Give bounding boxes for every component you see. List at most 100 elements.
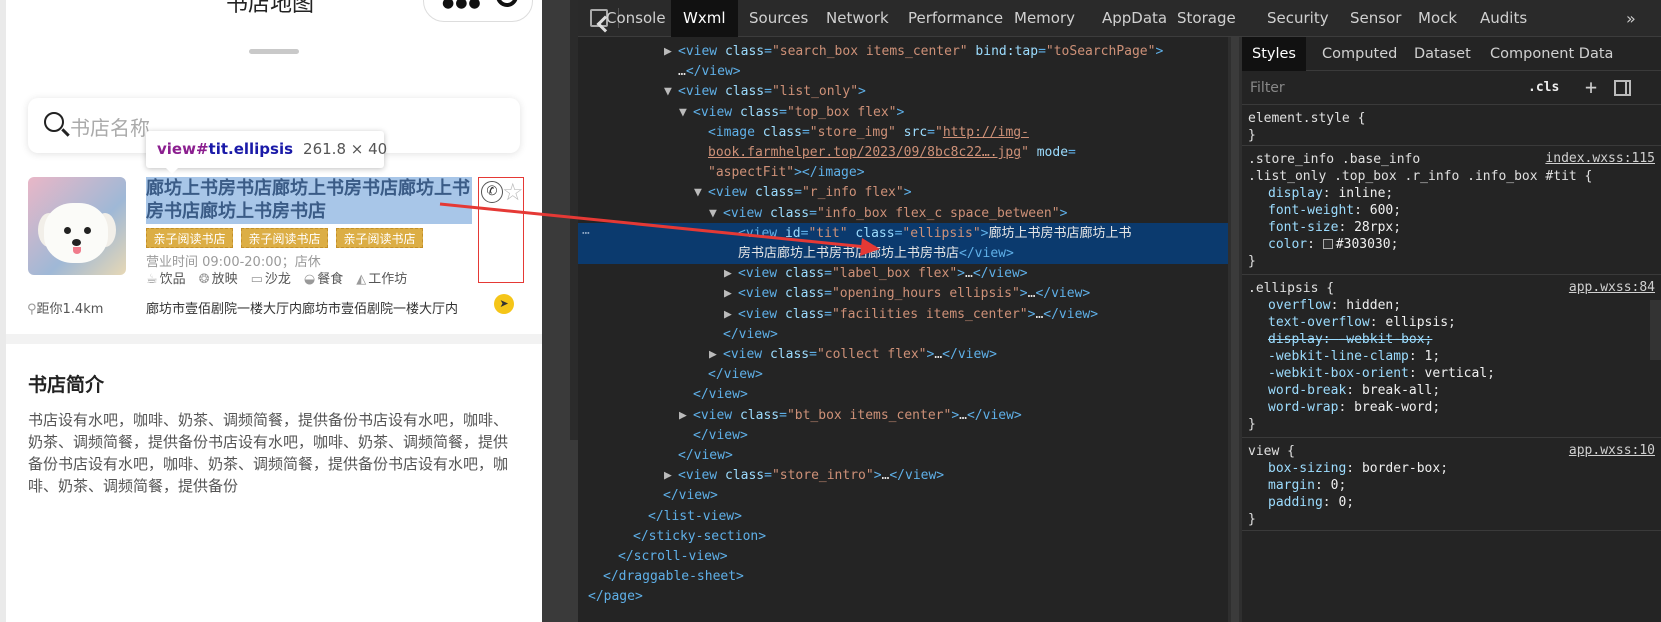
wxml-node-selected[interactable]: 房书店廊坊上书房书店廊坊上书房书店</view> xyxy=(578,243,1228,264)
collapse-triangle-icon[interactable]: ▼ xyxy=(709,203,723,224)
wxml-link[interactable]: book.farmhelper.top/2023/09/8bc8c22….jpg xyxy=(708,145,1021,160)
style-declaration[interactable]: text-overflow: ellipsis; xyxy=(1268,314,1456,331)
tab-network[interactable]: Network xyxy=(814,0,901,37)
wxml-attr: class xyxy=(739,104,780,120)
close-target-icon[interactable] xyxy=(496,0,518,7)
section-divider xyxy=(6,334,542,344)
style-declaration[interactable]: color: #303030; xyxy=(1268,236,1398,253)
style-declaration[interactable]: box-sizing: border-box; xyxy=(1268,460,1448,477)
style-declaration[interactable]: word-break: break-all; xyxy=(1268,382,1440,399)
css-property: font-size xyxy=(1268,220,1339,235)
style-declaration[interactable]: -webkit-line-clamp: 1; xyxy=(1268,348,1440,365)
rule-source-link[interactable]: index.wxss:115 xyxy=(1545,151,1655,166)
rule-selector[interactable]: .ellipsis { xyxy=(1248,280,1334,297)
style-declaration[interactable]: font-size: 28rpx; xyxy=(1268,219,1401,236)
filter-input[interactable]: Filter xyxy=(1250,80,1285,96)
rule-selector[interactable]: .list_only .top_box .r_info .info_box #t… xyxy=(1248,168,1592,185)
phone-icon[interactable]: ✆ xyxy=(481,181,503,203)
styles-scrollbar[interactable] xyxy=(1650,300,1661,360)
more-icon[interactable]: ●●● xyxy=(442,0,482,11)
rule-source-link[interactable]: app.wxss:10 xyxy=(1569,443,1655,458)
style-declaration[interactable]: word-wrap: break-word; xyxy=(1268,399,1440,416)
tooltip-selector: view#tit.ellipsis xyxy=(157,140,294,158)
css-property: -webkit-box-orient xyxy=(1268,366,1409,381)
css-value[interactable]: #303030 xyxy=(1336,237,1391,252)
wxml-tag: </view> xyxy=(1043,306,1099,322)
star-icon[interactable]: ☆ xyxy=(502,178,524,206)
tab-sensor[interactable]: Sensor xyxy=(1338,0,1413,37)
collapse-triangle-icon[interactable]: ▼ xyxy=(694,182,708,203)
css-value[interactable]: ellipsis xyxy=(1385,315,1448,330)
tab-storage[interactable]: Storage xyxy=(1165,0,1248,37)
wxml-val: "tit" xyxy=(808,225,848,241)
toggle-sidebar-icon[interactable] xyxy=(1614,80,1631,96)
css-value[interactable]: border-box xyxy=(1362,461,1440,476)
store-image[interactable] xyxy=(28,177,126,275)
wxml-txt: 廊坊上书房书店廊坊上书 xyxy=(988,225,1132,241)
css-value[interactable]: inline xyxy=(1338,186,1385,201)
style-declaration[interactable]: -webkit-box-orient: vertical; xyxy=(1268,365,1495,382)
tree-scrollbar[interactable] xyxy=(1228,37,1242,622)
wxml-tag: > xyxy=(980,225,989,241)
tab-console[interactable]: Console xyxy=(594,0,678,37)
expand-triangle-icon[interactable]: ▶ xyxy=(724,304,738,325)
expand-triangle-icon[interactable]: ▶ xyxy=(709,344,723,365)
sheet-drag-handle[interactable] xyxy=(249,49,299,54)
tooltip-size: 261.8 × 40 xyxy=(303,140,388,158)
css-value[interactable]: vertical xyxy=(1425,366,1488,381)
wxml-tag: </view> xyxy=(693,387,748,403)
tab-sources[interactable]: Sources xyxy=(737,0,820,37)
styles-tab-computed[interactable]: Computed xyxy=(1312,37,1407,71)
add-rule-icon[interactable]: + xyxy=(1585,75,1597,99)
css-value[interactable]: 600 xyxy=(1370,203,1393,218)
tab-audits[interactable]: Audits xyxy=(1468,0,1539,37)
collapse-triangle-icon[interactable]: ▼ xyxy=(664,81,678,102)
color-swatch[interactable] xyxy=(1322,239,1333,249)
css-property: -webkit-line-clamp xyxy=(1268,349,1409,364)
inspect-tooltip: view#tit.ellipsis 261.8 × 40 xyxy=(146,131,388,174)
rule-selector[interactable]: element.style { xyxy=(1248,110,1365,127)
css-value[interactable]: 28rpx xyxy=(1354,220,1393,235)
css-value[interactable]: break-word xyxy=(1354,400,1432,415)
expand-triangle-icon[interactable]: ▶ xyxy=(664,41,678,62)
wxml-link[interactable]: http://img- xyxy=(943,125,1029,140)
wxml-val: "bt_box items_center" xyxy=(786,407,952,423)
facilities: ☕ 饮品 ❂ 放映 ▭ 沙龙 ◒ 餐食 ◭ 工作坊 xyxy=(146,268,407,287)
style-declaration[interactable]: font-weight: 600; xyxy=(1268,202,1401,219)
wxml-txt: … xyxy=(965,266,973,282)
rule-source-link[interactable]: app.wxss:84 xyxy=(1569,280,1655,295)
tab-wxml[interactable]: Wxml xyxy=(671,0,738,37)
collapse-triangle-icon[interactable]: ▼ xyxy=(679,102,693,123)
store-title-highlighted[interactable]: 廊坊上书房书店廊坊上书房书店廊坊上书房书店廊坊上书房书店 xyxy=(146,177,472,224)
css-value[interactable]: -webkit-box xyxy=(1338,332,1424,347)
wxml-node-selected[interactable]: <view id="tit" class="ellipsis">廊坊上书房书店廊… xyxy=(578,222,1228,244)
tab-memory[interactable]: Memory xyxy=(1002,0,1087,37)
css-value[interactable]: hidden xyxy=(1346,298,1393,313)
tab-mock[interactable]: Mock xyxy=(1406,0,1469,37)
cls-toggle[interactable]: .cls xyxy=(1528,80,1559,95)
style-rule: .store_info .base_info .list_only .top_bo… xyxy=(1242,147,1661,275)
tab-security[interactable]: Security xyxy=(1255,0,1341,37)
expand-triangle-icon[interactable]: ▶ xyxy=(724,263,738,284)
more-tabs-icon[interactable]: » xyxy=(1626,0,1636,37)
css-value[interactable]: break-all xyxy=(1362,383,1432,398)
styles-tab-styles[interactable]: Styles xyxy=(1242,37,1306,71)
style-declaration[interactable]: display: -webkit-box; xyxy=(1268,331,1432,348)
rule-selector[interactable]: view { xyxy=(1248,443,1295,460)
tab-performance[interactable]: Performance xyxy=(896,0,1015,37)
miniprogram-capsule[interactable]: ●●● xyxy=(423,0,533,22)
expand-triangle-icon[interactable]: ▶ xyxy=(664,465,678,486)
styles-tab-component-data[interactable]: Component Data xyxy=(1480,37,1623,71)
style-declaration[interactable]: margin: 0; xyxy=(1268,477,1346,494)
panel-gutter xyxy=(542,0,578,622)
node-actions-icon[interactable]: ⋯ xyxy=(582,223,590,244)
expand-triangle-icon[interactable]: ▶ xyxy=(724,283,738,304)
navigate-icon[interactable]: ➤ xyxy=(494,294,514,314)
expand-triangle-icon[interactable]: ▶ xyxy=(679,405,693,426)
style-declaration[interactable]: padding: 0; xyxy=(1268,494,1354,511)
styles-tab-dataset[interactable]: Dataset xyxy=(1404,37,1481,71)
style-declaration[interactable]: overflow: hidden; xyxy=(1268,297,1401,314)
wxml-tag: = xyxy=(824,286,832,302)
style-declaration[interactable]: display: inline; xyxy=(1268,185,1393,202)
rule-selector[interactable]: .store_info .base_info xyxy=(1248,151,1420,168)
